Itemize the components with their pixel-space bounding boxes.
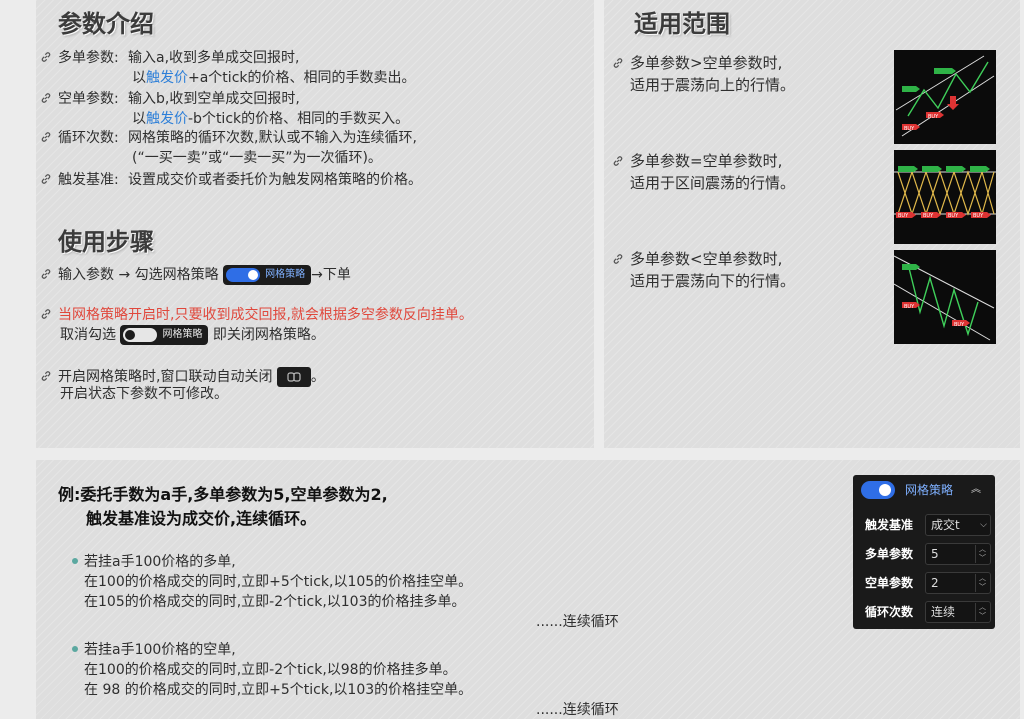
case2-line3: 在 98 的价格成交的同时,立即+5个tick,以103的价格挂空单。 <box>84 682 473 698</box>
downtrend-chart-thumbnail: BUY BUY <box>893 250 996 344</box>
param-short-line1: 空单参数: 输入b,收到空单成交回报时, <box>40 89 300 109</box>
link-icon <box>40 92 52 104</box>
bullet-icon <box>72 558 78 564</box>
trigger-price-link: 触发价 <box>146 111 188 127</box>
loop-count-input[interactable]: 连续 ︿ ﹀ <box>925 601 991 623</box>
cancel-line: 取消勾选 网格策略 即关闭网格策略。 <box>60 325 325 345</box>
grid-strategy-title: 网格策略 <box>905 483 954 497</box>
params-title: 参数介绍 <box>58 10 154 38</box>
range-chart-thumbnail: BUY BUY BUY BUY <box>894 150 996 244</box>
stepper-icon[interactable]: ︿ ﹀ <box>975 574 989 592</box>
case1-line3: 在105的价格成交的同时,立即-2个tick,以103的价格挂多单。 <box>84 594 466 610</box>
collapse-icon[interactable]: ︽ <box>971 481 981 499</box>
svg-text:BUY: BUY <box>928 114 939 120</box>
uptrend-chart-thumbnail: BUY BUY <box>894 50 996 144</box>
param-loop-line1: 循环次数: 网格策略的循环次数,默认或不输入为连续循环, <box>40 128 417 148</box>
case2-line1: 若挂a手100价格的空单, <box>72 640 236 660</box>
grid-strategy-toggle-on[interactable]: 网格策略 <box>223 265 312 285</box>
step1-line: 输入参数 → 勾选网格策略 网格策略 →下单 <box>40 264 351 286</box>
param-trigger-line: 触发基准: 设置成交价或者委托价为触发网格策略的价格。 <box>40 170 422 190</box>
link-icon <box>40 131 52 143</box>
param-long-line2: 以触发价+a个tick的价格、相同的手数卖出。 <box>132 70 416 86</box>
steps-title: 使用步骤 <box>58 228 154 256</box>
link-icon <box>40 308 52 320</box>
param-long-line1: 多单参数: 输入a,收到多单成交回报时, <box>40 48 299 68</box>
window-link-button[interactable] <box>276 367 311 387</box>
example-title-line1: 例:委托手数为a手,多单参数为5,空单参数为2, <box>58 485 388 504</box>
svg-text:BUY: BUY <box>898 213 909 219</box>
scope-title: 适用范围 <box>634 10 730 38</box>
svg-text:BUY: BUY <box>923 213 934 219</box>
scope-item-1: 多单参数>空单参数时, 适用于震荡向上的行情。 <box>612 52 795 96</box>
svg-text:BUY: BUY <box>954 322 965 328</box>
link-icon <box>612 155 624 167</box>
case1-line1: 若挂a手100价格的多单, <box>72 552 236 572</box>
svg-text:BUY: BUY <box>904 304 915 310</box>
scope-item-2: 多单参数=空单参数时, 适用于区间震荡的行情。 <box>612 150 795 194</box>
window-link-icon <box>287 372 301 382</box>
param-loop-line2: (“一买一卖”或“一卖一买”为一次循环)。 <box>132 150 382 166</box>
trigger-basis-row: 触发基准 成交t ⌵ <box>861 514 991 536</box>
loop-count-row: 循环次数 连续 ︿ ﹀ <box>861 601 991 623</box>
long-param-row: 多单参数 5 ︿ ﹀ <box>861 543 991 565</box>
link-icon <box>40 370 52 382</box>
grid-strategy-toggle-off[interactable]: 网格策略 <box>120 325 209 345</box>
link-icon <box>40 173 52 185</box>
svg-text:BUY: BUY <box>948 213 959 219</box>
bullet-icon <box>72 646 78 652</box>
case2-line2: 在100的价格成交的同时,立即-2个tick,以98的价格挂多单。 <box>84 662 457 678</box>
example-panel: 例:委托手数为a手,多单参数为5,空单参数为2, 触发基准设为成交价,连续循环。… <box>36 460 1020 719</box>
chevron-down-icon: ⌵ <box>980 520 987 530</box>
link-icon <box>612 253 624 265</box>
case1-end: ......连续循环 <box>536 614 619 630</box>
params-panel: 参数介绍 多单参数: 输入a,收到多单成交回报时, 以触发价+a个tick的价格、… <box>36 0 594 448</box>
stepper-icon[interactable]: ︿ ﹀ <box>975 603 989 621</box>
short-param-row: 空单参数 2 ︿ ﹀ <box>861 572 991 594</box>
case1-line2: 在100的价格成交的同时,立即+5个tick,以105的价格挂空单。 <box>84 574 473 590</box>
warning-line: 当网格策略开启时,只要收到成交回报,就会根据多空参数反向挂单。 <box>40 305 473 325</box>
svg-text:BUY: BUY <box>973 213 984 219</box>
grid-strategy-panel: 网格策略 ︽ 触发基准 成交t ⌵ 多单参数 5 ︿ ﹀ 空单参数 2 ︿ ﹀ 循环次数 … <box>853 475 995 629</box>
scope-panel: 适用范围 多单参数>空单参数时, 适用于震荡向上的行情。 多单参数=空单参数时,… <box>604 0 1020 448</box>
param-short-line2: 以触发价-b个tick的价格、相同的手数买入。 <box>132 111 410 127</box>
svg-text:BUY: BUY <box>904 126 915 132</box>
link-icon <box>40 51 52 63</box>
stepper-icon[interactable]: ︿ ﹀ <box>975 545 989 563</box>
link-icon <box>40 268 52 280</box>
grid-strategy-toggle[interactable] <box>861 481 895 499</box>
trigger-basis-select[interactable]: 成交t ⌵ <box>925 514 991 536</box>
example-title-line2: 触发基准设为成交价,连续循环。 <box>86 509 317 528</box>
short-param-input[interactable]: 2 ︿ ﹀ <box>925 572 991 594</box>
scope-item-3: 多单参数<空单参数时, 适用于震荡向下的行情。 <box>612 248 795 292</box>
long-param-input[interactable]: 5 ︿ ﹀ <box>925 543 991 565</box>
trigger-price-link: 触发价 <box>146 70 188 86</box>
window-line2: 开启状态下参数不可修改。 <box>60 386 228 402</box>
case2-end: ......连续循环 <box>536 702 619 718</box>
link-icon <box>612 57 624 69</box>
